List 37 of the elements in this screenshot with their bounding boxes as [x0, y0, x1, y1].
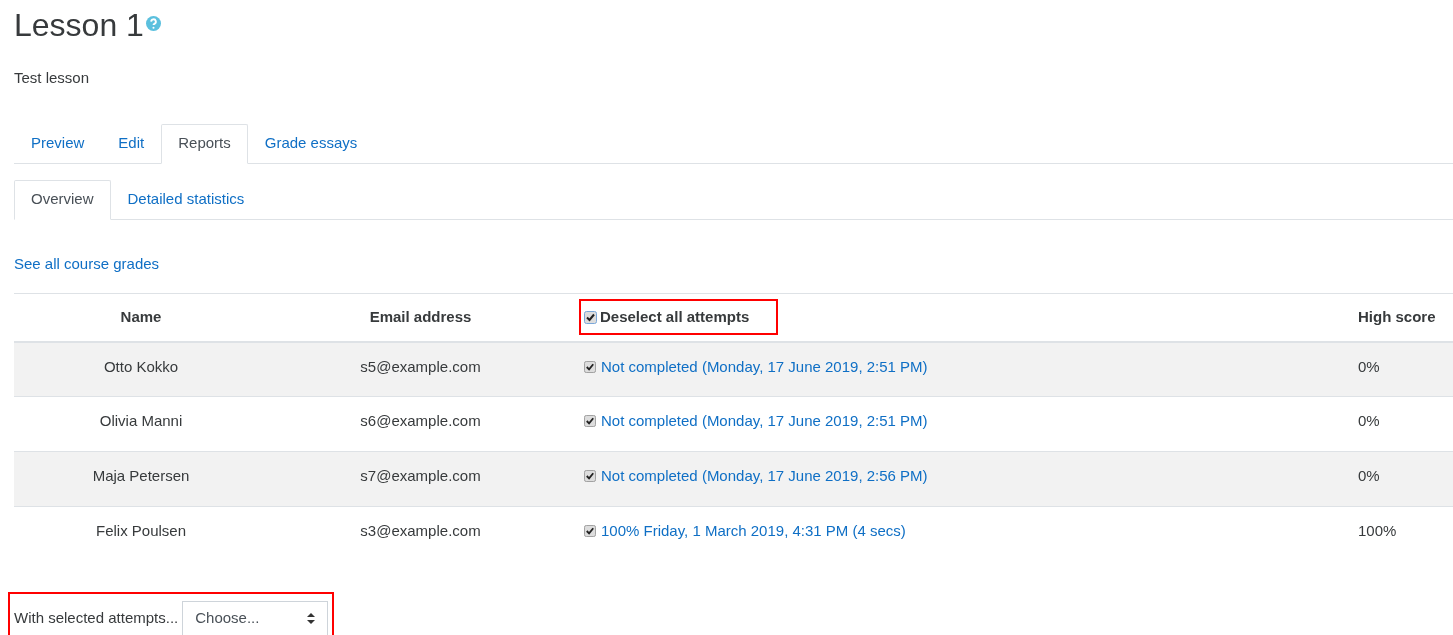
table-cell: Otto Kokko	[103, 357, 179, 375]
checkbox[interactable]	[584, 310, 597, 324]
table-cell: s5@example.com	[360, 357, 481, 375]
course-grades-link[interactable]: See all course grades	[14, 252, 160, 275]
sort-caret-icon	[307, 613, 316, 624]
checkbox[interactable]	[584, 415, 596, 428]
tab[interactable]: Preview	[14, 123, 102, 164]
table-cell: s7@example.com	[360, 467, 481, 484]
column-header: Name	[120, 308, 162, 325]
checkbox[interactable]	[584, 525, 596, 538]
tab[interactable]: Grade essays	[247, 123, 375, 164]
table-cell: Olivia Manni	[99, 412, 183, 429]
column-header[interactable]: Deselect all attempts	[600, 306, 750, 329]
column-header: Email address	[369, 308, 472, 325]
choose-dropdown[interactable]: Choose...	[182, 600, 329, 635]
attempt-link[interactable]: Not completed (Monday, 17 June 2019, 2:51 PM)	[601, 410, 928, 433]
tab[interactable]: Edit	[101, 123, 162, 164]
tab[interactable]: Overview	[14, 179, 111, 220]
attempt-link[interactable]: 100% Friday, 1 March 2019, 4:31 PM (4 secs)	[601, 520, 906, 543]
page-title: Lesson 1	[14, 6, 144, 44]
bulk-action-label: With selected attempts...	[14, 608, 179, 629]
table-cell: s3@example.com	[360, 522, 481, 539]
table-cell: s6@example.com	[360, 412, 481, 429]
table-cell: 0%	[1358, 357, 1380, 375]
table-cell: 0%	[1358, 412, 1380, 429]
table-cell: 0%	[1358, 467, 1380, 484]
attempt-link[interactable]: Not completed (Monday, 17 June 2019, 2:56 PM)	[601, 465, 928, 488]
table-cell: Maja Petersen	[92, 467, 190, 484]
table-cell: 100%	[1358, 522, 1397, 539]
attempt-link[interactable]: Not completed (Monday, 17 June 2019, 2:51 PM)	[601, 355, 928, 378]
tab[interactable]: Detailed statistics	[110, 179, 262, 220]
column-header: High score	[1358, 308, 1436, 325]
lesson-description: Test lesson	[14, 68, 91, 88]
tab[interactable]: Reports	[161, 123, 248, 164]
checkbox[interactable]	[584, 470, 596, 483]
table-cell: Felix Poulsen	[95, 522, 186, 539]
checkbox[interactable]	[584, 360, 596, 373]
